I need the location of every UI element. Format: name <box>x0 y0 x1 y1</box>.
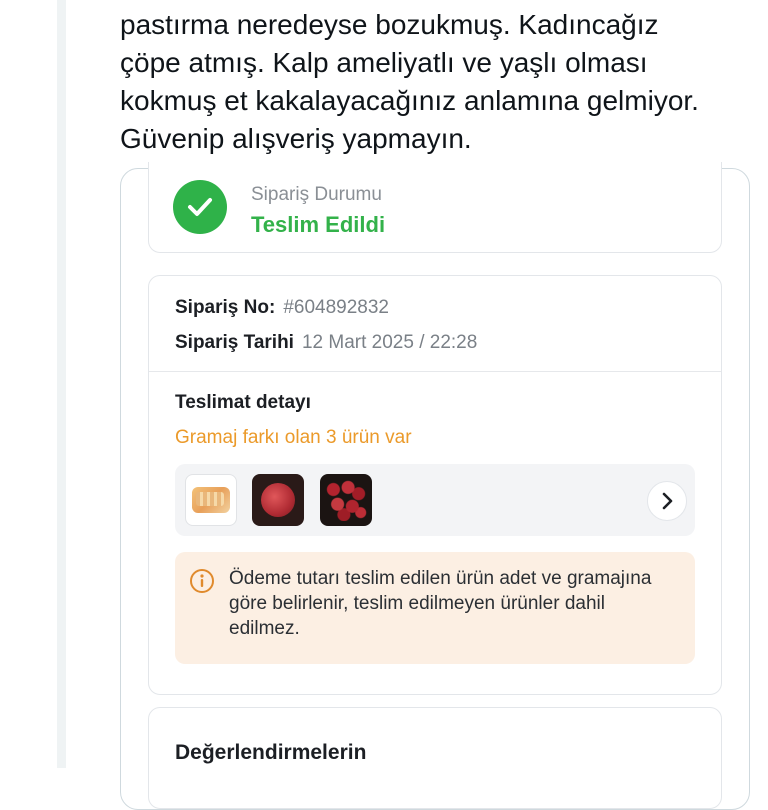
notice-text: Ödeme tutarı teslim edilen ürün adet ve … <box>229 568 652 639</box>
payment-notice: Ödeme tutarı teslim edilen ürün adet ve … <box>175 552 695 664</box>
status-label: Sipariş Durumu <box>251 184 382 205</box>
thread-line <box>57 0 66 768</box>
check-circle-icon <box>173 180 227 234</box>
order-date-row: Sipariş Tarihi 12 Mart 2025 / 22:28 <box>175 332 477 354</box>
chevron-right-button[interactable] <box>647 481 687 521</box>
order-number-value: #604892832 <box>283 297 389 318</box>
info-icon <box>190 569 214 593</box>
tweet-line: çöpe atmış. Kalp ameliyatlı ve yaşlı olm… <box>120 47 648 78</box>
reviews-card[interactable]: Değerlendirmelerin <box>148 707 722 809</box>
product-thumb-kusbasi[interactable] <box>320 474 372 526</box>
product-thumbnails[interactable] <box>175 464 695 536</box>
order-number-row: Sipariş No: #604892832 <box>175 297 389 319</box>
tweet-line: Güvenip alışveriş yapmayın. <box>120 123 472 154</box>
tweet-line: kokmuş et kakalayacağınız anlamına gelmi… <box>120 85 699 116</box>
delivery-detail-title: Teslimat detayı <box>175 392 311 413</box>
tweet-line: pastırma neredeyse bozukmuş. Kadıncağız <box>120 9 659 40</box>
order-date-label: Sipariş Tarihi <box>175 332 294 353</box>
order-details-card: Sipariş No: #604892832 Sipariş Tarihi 12 M… <box>148 275 722 695</box>
tweet-text: pastırma neredeyse bozukmuş. Kadıncağız … <box>120 6 760 158</box>
status-value: Teslim Edildi <box>251 212 386 237</box>
order-date-value: 12 Mart 2025 / 22:28 <box>301 332 478 353</box>
divider <box>149 371 721 372</box>
product-thumb-pastirma[interactable] <box>185 474 237 526</box>
gramaj-note: Gramaj farkı olan 3 ürün var <box>175 427 412 448</box>
order-status-card: Sipariş Durumu Teslim Edildi <box>148 162 722 253</box>
order-number-label: Sipariş No: <box>175 297 276 318</box>
reviews-title: Değerlendirmelerin <box>175 741 367 764</box>
chevron-right-icon <box>662 492 673 510</box>
product-thumb-kiyma[interactable] <box>252 474 304 526</box>
